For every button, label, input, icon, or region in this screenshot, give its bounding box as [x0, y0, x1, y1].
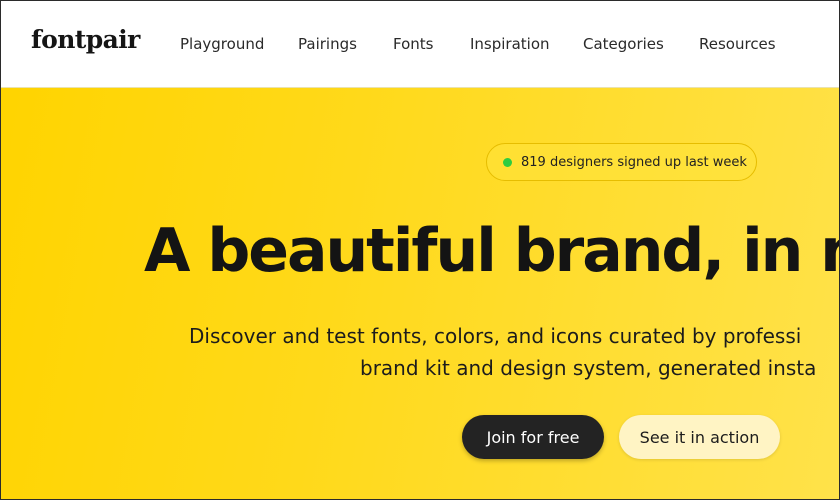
nav-pairings[interactable]: Pairings	[298, 35, 357, 53]
fontpair-logo[interactable]: fontpair	[31, 25, 140, 54]
hero-section: 819 designers signed up last week A beau…	[1, 88, 840, 499]
nav-categories[interactable]: Categories	[583, 35, 664, 53]
site-header: fontpair Playground Pairings Fonts Inspi…	[1, 1, 839, 88]
join-for-free-button[interactable]: Join for free	[462, 415, 604, 459]
signup-badge-text: 819 designers signed up last week	[521, 154, 747, 170]
green-dot-icon	[503, 157, 512, 167]
nav-fonts[interactable]: Fonts	[393, 35, 433, 53]
signup-badge: 819 designers signed up last week	[486, 143, 757, 181]
nav-inspiration[interactable]: Inspiration	[470, 35, 550, 53]
hero-subtitle-line-1: Discover and test fonts, colors, and ico…	[189, 324, 802, 348]
nav-playground[interactable]: Playground	[180, 35, 264, 53]
nav-resources[interactable]: Resources	[699, 35, 776, 53]
browser-viewport: fontpair Playground Pairings Fonts Inspi…	[0, 0, 840, 500]
hero-subtitle-line-2: brand kit and design system, generated i…	[360, 356, 817, 380]
hero-headline: A beautiful brand, in m	[144, 216, 840, 286]
see-it-in-action-button[interactable]: See it in action	[619, 415, 780, 459]
